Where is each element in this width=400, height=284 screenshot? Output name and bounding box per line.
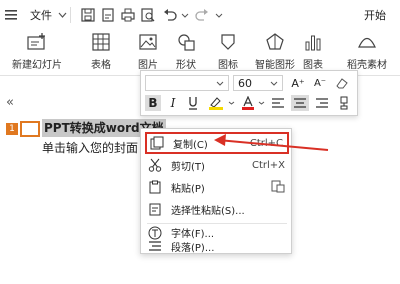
annotation-arrow xyxy=(214,134,329,151)
